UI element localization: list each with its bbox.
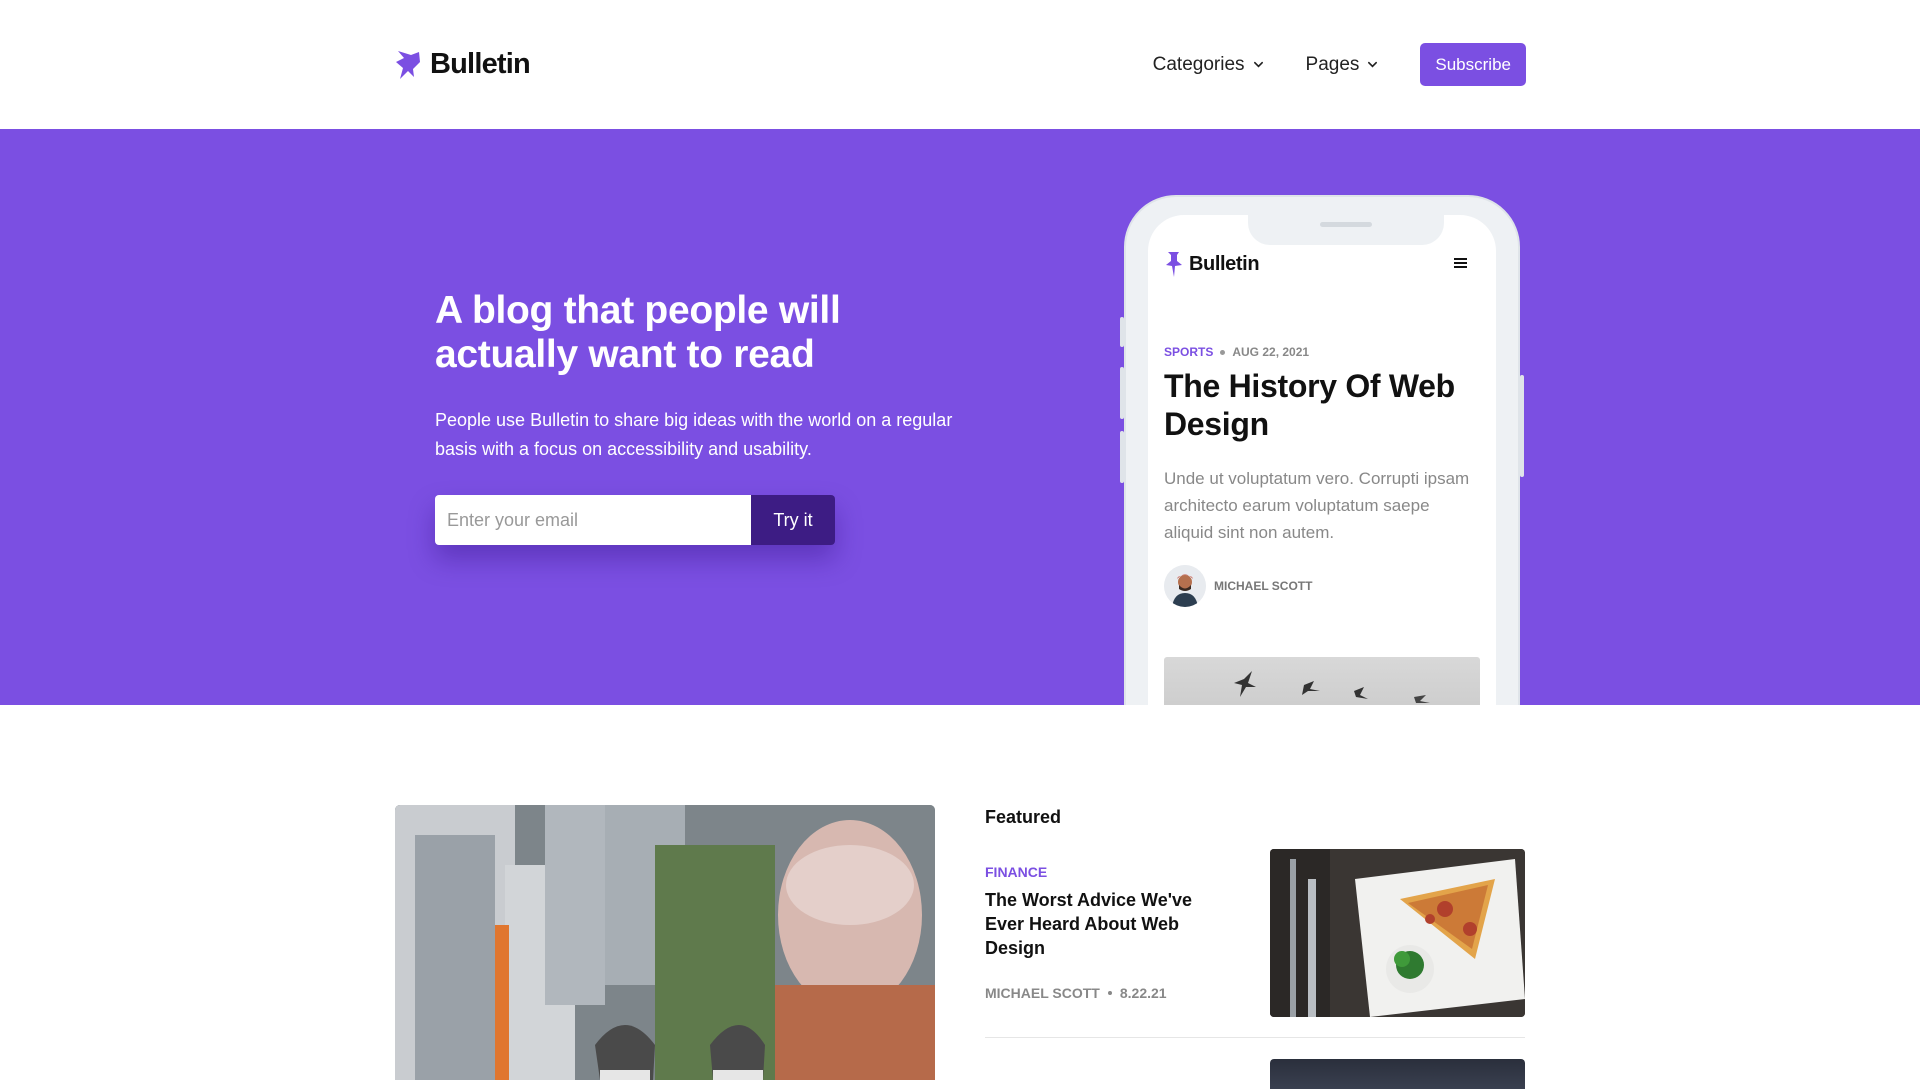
phone-screen: Bulletin SPORTS AUG 22, 2021 The History… — [1148, 215, 1496, 705]
phone-post-excerpt: Unde ut voluptatum vero. Corrupti ipsam … — [1164, 469, 1470, 542]
featured-card-title[interactable]: The Worst Advice We've Ever Heard About … — [985, 888, 1235, 960]
phone-post-image — [1164, 657, 1480, 705]
nav-pages[interactable]: Pages — [1306, 54, 1379, 76]
brand-name: Bulletin — [430, 48, 531, 80]
subscribe-button[interactable]: Subscribe — [1420, 43, 1526, 86]
phone-post-date: AUG 22, 2021 — [1232, 345, 1310, 359]
nav-pages-label: Pages — [1305, 53, 1360, 75]
author-avatar — [1164, 565, 1206, 607]
pushpin-icon — [396, 50, 420, 79]
site-header: Bulletin Categories Pages Subscribe — [0, 0, 1920, 128]
phone-side-button — [1120, 367, 1124, 419]
phone-mockup: Bulletin SPORTS AUG 22, 2021 The History… — [1120, 195, 1524, 705]
birds-image — [1234, 671, 1430, 703]
chevron-down-icon — [1253, 61, 1263, 68]
try-it-button[interactable]: Try it — [751, 495, 835, 545]
chevron-down-icon — [1368, 61, 1378, 68]
pizza-plate-image — [1270, 849, 1525, 1017]
phone-post-category[interactable]: SPORTS — [1164, 345, 1213, 359]
card-divider — [985, 1037, 1525, 1038]
person-icon — [1164, 565, 1206, 607]
phone-post-title[interactable]: The History Of Web Design — [1164, 367, 1484, 443]
nav-categories-label: Categories — [1152, 53, 1245, 75]
skyscrapers-image — [395, 805, 935, 1080]
phone-brand-logo[interactable]: Bulletin — [1164, 251, 1260, 278]
email-signup-form: Try it — [435, 495, 835, 545]
meta-separator — [1107, 991, 1112, 995]
featured-card-image-2[interactable] — [1270, 1059, 1525, 1089]
phone-side-button — [1120, 317, 1124, 347]
featured-card-meta: MICHAEL SCOTT 8.22.21 — [985, 985, 1167, 1001]
hero-title: A blog that people will actually want to… — [435, 289, 841, 376]
phone-side-button — [1520, 375, 1524, 477]
featured-card-author[interactable]: MICHAEL SCOTT — [985, 985, 1100, 1001]
phone-post-meta: SPORTS AUG 22, 2021 — [1164, 345, 1309, 359]
hero-article-image[interactable] — [395, 805, 935, 1080]
phone-side-button — [1120, 431, 1124, 483]
featured-card-category[interactable]: FINANCE — [985, 864, 1047, 880]
phone-notch — [1248, 215, 1444, 245]
phone-post-author: MICHAEL SCOTT — [1164, 565, 1312, 607]
phone-speaker — [1320, 222, 1372, 227]
email-input[interactable] — [435, 495, 751, 545]
featured-card-date: 8.22.21 — [1119, 985, 1167, 1001]
phone-brand-name: Bulletin — [1189, 253, 1260, 275]
nav-categories[interactable]: Categories — [1153, 54, 1264, 76]
hamburger-icon[interactable] — [1454, 258, 1467, 268]
meta-separator — [1220, 349, 1226, 355]
hero-section: A blog that people will actually want to… — [0, 129, 1920, 705]
pushpin-icon — [1166, 252, 1182, 277]
phone-author-name[interactable]: MICHAEL SCOTT — [1214, 579, 1312, 593]
brand-logo[interactable]: Bulletin — [394, 48, 531, 81]
featured-heading: Featured — [985, 807, 1062, 827]
main-nav: Categories Pages Subscribe — [1153, 43, 1526, 86]
hero-subtitle: People use Bulletin to share big ideas w… — [435, 410, 953, 459]
featured-card-image[interactable] — [1270, 849, 1525, 1017]
